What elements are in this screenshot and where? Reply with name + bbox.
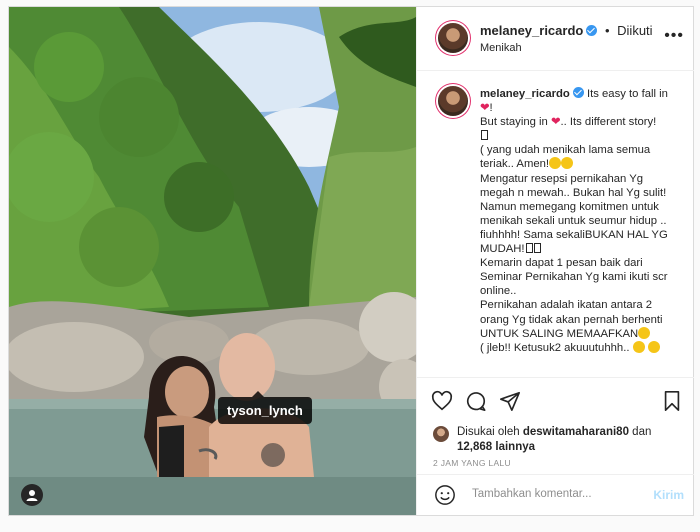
share-icon[interactable] (499, 390, 521, 412)
caption-line: .. Its different story! (560, 116, 657, 129)
unsupported-glyph-icon (481, 130, 488, 141)
user-icon (26, 490, 38, 501)
liker-username[interactable]: deswitamaharani80 (523, 426, 629, 438)
follow-separator: • (604, 23, 610, 38)
likes-connector: dan (632, 426, 652, 438)
unsupported-glyph-icon (525, 243, 533, 254)
tears-of-joy-emoji-icon (632, 340, 645, 353)
likes-suffix[interactable]: lainnya (495, 441, 535, 453)
caption-avatar[interactable] (438, 86, 468, 116)
comment-input[interactable] (472, 488, 632, 500)
likes-summary: Disukai oleh deswitamaharani80 dan 12,86… (433, 425, 687, 455)
post-photo[interactable]: tyson_lynch (9, 7, 416, 515)
caption-username[interactable]: melaney_ricardo (480, 88, 570, 100)
tears-of-joy-emoji-icon (647, 340, 660, 353)
caption-line: Its easy to fall in (586, 88, 668, 100)
ok-hand-emoji-icon (561, 157, 574, 170)
comment-icon[interactable] (465, 390, 487, 412)
likes-prefix: Disukai oleh (457, 426, 520, 438)
caption-line: Pernikahan adalah ikatan antara 2 orang … (480, 299, 663, 340)
instagram-post: tyson_lynch melaney_ricardo • Diikuti Me… (8, 6, 694, 516)
profile-avatar[interactable] (438, 23, 468, 53)
header-username-row: melaney_ricardo • Diikuti (480, 23, 653, 38)
like-icon[interactable] (431, 390, 453, 412)
emoji-picker-icon[interactable] (434, 484, 456, 511)
caption-text: melaney_ricardo Its easy to fall in ❤! B… (480, 87, 676, 355)
post-side-panel: melaney_ricardo • Diikuti Menikah ••• me… (416, 7, 694, 515)
likes-text: Disukai oleh deswitamaharani80 dan 12,86… (457, 425, 687, 455)
grin-emoji-icon (638, 326, 651, 339)
caption-line: ! (489, 102, 493, 115)
caption-line: Mengatur resepsi pernikahan Yg megah n m… (480, 172, 668, 256)
header-username[interactable]: melaney_ricardo (480, 23, 583, 38)
caption-line: Kemarin dapat 1 pesan baik dari Seminar … (480, 257, 668, 298)
caption-area: melaney_ricardo Its easy to fall in ❤! B… (417, 71, 694, 377)
user-tag-label[interactable]: tyson_lynch (218, 391, 312, 424)
post-comment-button[interactable]: Kirim (653, 488, 684, 502)
save-bookmark-icon[interactable] (661, 390, 683, 412)
tagged-users-button[interactable] (21, 484, 43, 506)
post-header: melaney_ricardo • Diikuti Menikah ••• (417, 7, 694, 71)
caption-line: ( jleb!! Ketusuk2 akuuutuhhh.. (480, 341, 630, 354)
tears-of-joy-emoji-icon (549, 157, 562, 170)
likes-count[interactable]: 12,868 (457, 441, 492, 453)
photo-scene (9, 7, 416, 515)
follow-status[interactable]: Diikuti (617, 23, 652, 38)
post-actions: Disukai oleh deswitamaharani80 dan 12,86… (417, 377, 694, 514)
caption-line: But staying in (480, 116, 548, 129)
more-options-icon[interactable]: ••• (664, 27, 684, 45)
liker-avatar[interactable] (433, 426, 449, 442)
unsupported-glyph-icon (533, 243, 541, 254)
verified-badge-icon (586, 25, 598, 36)
comment-bar: Kirim (417, 474, 694, 515)
post-location[interactable]: Menikah (480, 42, 522, 54)
verified-badge-icon (572, 87, 584, 98)
post-timestamp[interactable]: 2 JAM YANG LALU (433, 458, 511, 468)
